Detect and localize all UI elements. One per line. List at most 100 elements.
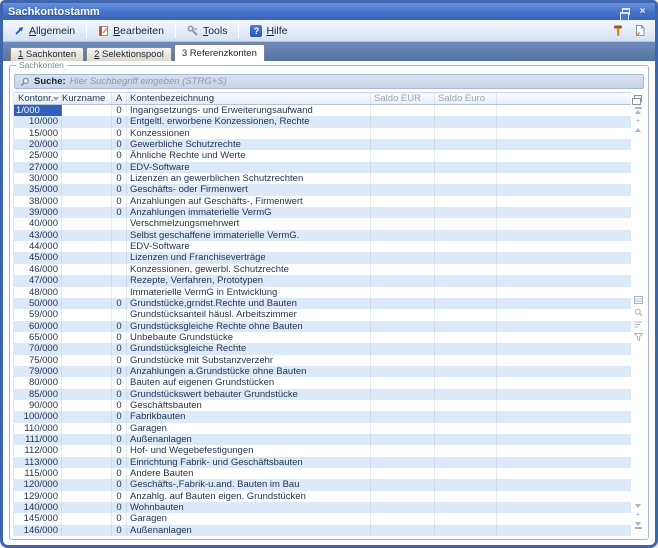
cell-kontonr[interactable]: 10/000 <box>14 116 62 128</box>
table-row[interactable]: 39/000 0 Anzahlungen immaterielle VermG <box>14 207 631 219</box>
cell-kontonr[interactable]: 20/000 <box>14 139 62 151</box>
scroll-bottom-button[interactable] <box>634 522 642 530</box>
cell-kontonr[interactable]: 112/000 <box>14 445 62 457</box>
cell-kontonr[interactable]: 85/000 <box>14 388 62 400</box>
search-input[interactable] <box>69 75 638 88</box>
cell-kontonr[interactable]: 27/000 <box>14 161 62 174</box>
cell-kontonr[interactable]: 44/000 <box>14 241 62 253</box>
cell-kontonr[interactable]: 47/000 <box>14 275 62 287</box>
restore-button[interactable] <box>618 5 633 21</box>
table-row[interactable]: 46/000 Konzessionen, gewerbl. Schutzrech… <box>14 263 631 276</box>
column-header-a[interactable]: A <box>112 93 127 104</box>
table-row[interactable]: 20/000 0 Gewerbliche Schutzrechte <box>14 139 631 151</box>
cell-kontonr[interactable]: 25/000 <box>14 150 62 162</box>
table-row[interactable]: 146/000 0 Außenanlagen <box>14 524 631 536</box>
table-row[interactable]: 15/000 0 Konzessionen <box>14 127 631 140</box>
row-up-button[interactable] <box>635 128 641 132</box>
cell-kontonr[interactable]: 90/000 <box>14 399 62 412</box>
table-row[interactable]: 10/000 0 Entgeltl. erworbene Konzessione… <box>14 116 631 128</box>
column-header-saldo-eur[interactable]: Saldo EUR <box>371 93 435 104</box>
cell-kontonr[interactable]: 110/000 <box>14 422 62 434</box>
cell-kontonr[interactable]: 65/000 <box>14 331 62 344</box>
table-row[interactable]: 115/000 0 Andere Bauten <box>14 468 631 480</box>
cell-kontonr[interactable]: 146/000 <box>14 524 62 536</box>
table-row[interactable]: 43/000 Selbst geschaffene immaterielle V… <box>14 229 631 242</box>
table-row[interactable]: 112/000 0 Hof- und Wegebefestigungen <box>14 445 631 457</box>
cell-kontonr[interactable]: 45/000 <box>14 252 62 264</box>
table-row[interactable]: 75/000 0 Grundstücke mit Substanzverzehr <box>14 354 631 366</box>
new-page-button[interactable] <box>630 22 650 39</box>
zoom-button[interactable] <box>634 308 643 317</box>
close-button[interactable]: × <box>635 5 650 18</box>
column-header-kurzname[interactable]: Kurzname <box>62 93 112 104</box>
cell-kontonr[interactable]: 140/000 <box>14 502 62 514</box>
cell-kontonr[interactable]: 75/000 <box>14 354 62 366</box>
table-row[interactable]: 48/000 Immaterielle VermG in Entwicklung <box>14 286 631 298</box>
cell-kontonr[interactable]: 39/000 <box>14 207 62 219</box>
hilfe-button[interactable]: ? Hilfe <box>244 22 293 40</box>
cell-kontonr[interactable]: 1/000 <box>14 105 62 117</box>
table-row[interactable]: 45/000 Lizenzen und Franchiseverträge <box>14 252 631 264</box>
table-row[interactable]: 110/000 0 Garagen <box>14 422 631 434</box>
cell-kontonr[interactable]: 50/000 <box>14 297 62 310</box>
table-row[interactable]: 35/000 0 Geschäfts- oder Firmenwert <box>14 184 631 196</box>
table-row[interactable]: 25/000 0 Ähnliche Rechte und Werte <box>14 150 631 162</box>
cell-kontonr[interactable]: 30/000 <box>14 173 62 185</box>
table-row[interactable]: 111/000 0 Außenanlagen <box>14 433 631 446</box>
cell-kontonr[interactable]: 145/000 <box>14 513 62 525</box>
table-row[interactable]: 50/000 0 Grundstücke,grndst.Rechte und B… <box>14 297 631 310</box>
table-row[interactable]: 113/000 0 Einrichtung Fabrik- und Geschä… <box>14 456 631 468</box>
table-row[interactable]: 47/000 Rezepte, Verfahren, Prototypen <box>14 275 631 287</box>
cell-kontonr[interactable]: 59/000 <box>14 309 62 321</box>
bearbeiten-button[interactable]: Bearbeiten <box>92 22 170 40</box>
cell-kontonr[interactable]: 60/000 <box>14 320 62 332</box>
table-row[interactable]: 80/000 0 Bauten auf eigenen Grundstücken <box>14 377 631 389</box>
sort-button[interactable] <box>634 321 643 329</box>
table-row[interactable]: 40/000 Verschmelzungsmehrwert <box>14 218 631 230</box>
cell-kontonr[interactable]: 46/000 <box>14 263 62 276</box>
table-row[interactable]: 70/000 0 Grundstücksgleiche Rechte <box>14 343 631 355</box>
row-down-button[interactable] <box>635 504 641 508</box>
tab-selektionspool[interactable]: 2 Selektionspool <box>86 47 172 61</box>
scroll-up-button[interactable]: + <box>636 117 641 125</box>
allgemein-button[interactable]: Allgemein <box>8 22 81 40</box>
cell-kontonr[interactable]: 38/000 <box>14 195 62 208</box>
table-row[interactable]: 90/000 0 Geschäftsbauten <box>14 399 631 412</box>
table-row[interactable]: 44/000 EDV-Software <box>14 241 631 253</box>
column-header-saldo-euro[interactable]: Saldo Euro <box>435 93 497 104</box>
hammer-button[interactable] <box>608 22 628 39</box>
column-header-kontenbezeichnung[interactable]: Kontenbezeichnung <box>127 93 371 104</box>
column-header-kontonr[interactable]: Kontonr. <box>14 93 62 104</box>
table-row[interactable]: 129/000 0 Anzahlg. auf Bauten eigen. Gru… <box>14 490 631 503</box>
cell-kontonr[interactable]: 43/000 <box>14 229 62 242</box>
table-row[interactable]: 65/000 0 Unbebaute Grundstücke <box>14 331 631 344</box>
table-row[interactable]: 60/000 0 Grundstücksgleiche Rechte ohne … <box>14 320 631 332</box>
tab-referenzkonten[interactable]: 3 Referenzkonten <box>173 44 265 61</box>
cell-kontonr[interactable]: 15/000 <box>14 127 62 140</box>
tab-sachkonten[interactable]: 1 Sachkonten <box>10 47 85 61</box>
table-row[interactable]: 30/000 0 Lizenzen an gewerblichen Schutz… <box>14 173 631 185</box>
table-row[interactable]: 145/000 0 Garagen <box>14 513 631 525</box>
tools-button[interactable]: Tools <box>181 22 234 40</box>
table-row[interactable]: 140/000 0 Wohnbauten <box>14 502 631 514</box>
table-row[interactable]: 59/000 Grundstücksanteil häusl. Arbeitsz… <box>14 309 631 321</box>
cell-kontonr[interactable]: 120/000 <box>14 479 62 491</box>
cell-kontonr[interactable]: 111/000 <box>14 433 62 446</box>
column-chooser-button[interactable] <box>632 95 642 105</box>
cell-kontonr[interactable]: 113/000 <box>14 456 62 468</box>
table-row[interactable]: 79/000 0 Anzahlungen a.Grundstücke ohne … <box>14 365 631 378</box>
grid-view-button[interactable] <box>633 295 643 304</box>
cell-kontonr[interactable]: 35/000 <box>14 184 62 196</box>
cell-kontonr[interactable]: 79/000 <box>14 365 62 378</box>
cell-kontonr[interactable]: 40/000 <box>14 218 62 230</box>
table-row[interactable]: 1/000 0 Ingangsetzungs- und Erweiterungs… <box>14 105 631 117</box>
cell-kontonr[interactable]: 48/000 <box>14 286 62 298</box>
cell-kontonr[interactable]: 129/000 <box>14 490 62 503</box>
scroll-top-button[interactable] <box>634 106 642 114</box>
table-row[interactable]: 120/000 0 Geschäfts-,Fabrik-u.and. Baute… <box>14 479 631 491</box>
table-row[interactable]: 38/000 0 Anzahlungen auf Geschäfts-, Fir… <box>14 195 631 208</box>
table-row[interactable]: 85/000 0 Grundstückswert bebauter Grunds… <box>14 388 631 400</box>
table-row[interactable]: 100/000 0 Fabrikbauten <box>14 411 631 423</box>
cell-kontonr[interactable]: 115/000 <box>14 468 62 480</box>
scroll-down-button[interactable]: + <box>636 511 641 519</box>
